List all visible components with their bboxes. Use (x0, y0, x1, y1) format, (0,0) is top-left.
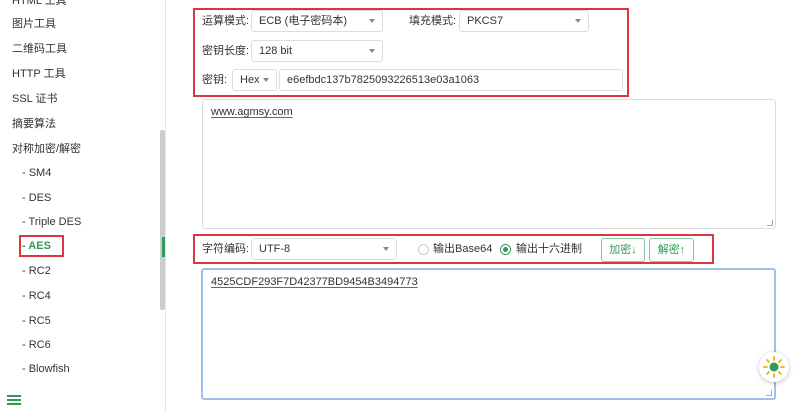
plaintext-input[interactable]: www.agmsy.com (202, 99, 776, 229)
sidebar-item-html-tools[interactable]: HTML 工具 (12, 0, 67, 11)
sidebar-scrollbar[interactable] (160, 130, 165, 310)
keylen-select[interactable]: 128 bit (251, 40, 383, 62)
sidebar: HTML 工具 图片工具 二维码工具 HTTP 工具 SSL 证书 摘要算法 对… (0, 0, 166, 412)
theme-toggle-button[interactable] (759, 352, 789, 382)
active-indicator (162, 237, 165, 257)
decrypt-button[interactable]: 解密↑ (649, 238, 694, 262)
padding-select[interactable]: PKCS7 (459, 10, 589, 32)
sidebar-item-http-tools[interactable]: HTTP 工具 (12, 64, 66, 84)
key-label: 密钥: (202, 74, 228, 86)
resize-handle[interactable] (766, 390, 772, 396)
sidebar-item-rc2[interactable]: - RC2 (22, 261, 51, 281)
chevron-down-icon (369, 19, 375, 23)
key-format-value: Hex (240, 74, 260, 86)
sidebar-item-rc6[interactable]: - RC6 (22, 335, 51, 355)
sidebar-item-des[interactable]: - DES (22, 188, 51, 208)
padding-select-value: PKCS7 (467, 15, 504, 27)
key-input[interactable]: e6efbdc137b7825093226513e03a1063 (279, 69, 623, 91)
sidebar-item-rc4[interactable]: - RC4 (22, 286, 51, 306)
keylen-select-value: 128 bit (259, 45, 293, 57)
chevron-down-icon (575, 19, 581, 23)
sidebar-item-ssl-cert[interactable]: SSL 证书 (12, 89, 57, 109)
output-base64-label[interactable]: 输出Base64 (433, 238, 492, 260)
mode-label: 运算模式: (202, 15, 250, 27)
sidebar-item-aes[interactable]: - AES (22, 236, 51, 256)
plaintext-value: www.agmsy.com (211, 106, 293, 118)
sidebar-item-sm4[interactable]: - SM4 (22, 163, 51, 183)
padding-label: 填充模式: (409, 15, 457, 27)
sidebar-item-symmetric-crypto[interactable]: 对称加密/解密 (12, 139, 81, 159)
output-hex-radio[interactable] (500, 244, 511, 255)
menu-icon[interactable] (7, 393, 21, 407)
ciphertext-value: 4525CDF293F7D42377BD9454B3494773 (211, 276, 418, 288)
resize-handle[interactable] (767, 220, 773, 226)
sidebar-item-blowfish[interactable]: - Blowfish (22, 359, 70, 379)
mode-select[interactable]: ECB (电子密码本) (251, 10, 383, 32)
output-base64-radio[interactable] (418, 244, 429, 255)
output-hex-label[interactable]: 输出十六进制 (516, 238, 582, 260)
mode-select-value: ECB (电子密码本) (259, 15, 347, 27)
sidebar-item-triple-des[interactable]: - Triple DES (22, 212, 81, 232)
key-format-select[interactable]: Hex (232, 69, 277, 91)
keylen-label: 密钥长度: (202, 45, 250, 57)
charset-select-value: UTF-8 (259, 243, 291, 255)
encrypt-button[interactable]: 加密↓ (601, 238, 645, 262)
charset-select[interactable]: UTF-8 (251, 238, 397, 260)
chevron-down-icon (369, 49, 375, 53)
chevron-down-icon (383, 247, 389, 251)
ciphertext-output[interactable]: 4525CDF293F7D42377BD9454B3494773 (201, 268, 776, 400)
sidebar-item-image-tools[interactable]: 图片工具 (12, 14, 56, 34)
sun-icon (763, 356, 785, 378)
chevron-down-icon (263, 78, 269, 82)
charset-label: 字符编码: (202, 243, 250, 255)
sidebar-item-qrcode-tools[interactable]: 二维码工具 (12, 39, 67, 59)
sidebar-item-rc5[interactable]: - RC5 (22, 311, 51, 331)
sidebar-item-digest[interactable]: 摘要算法 (12, 114, 56, 134)
